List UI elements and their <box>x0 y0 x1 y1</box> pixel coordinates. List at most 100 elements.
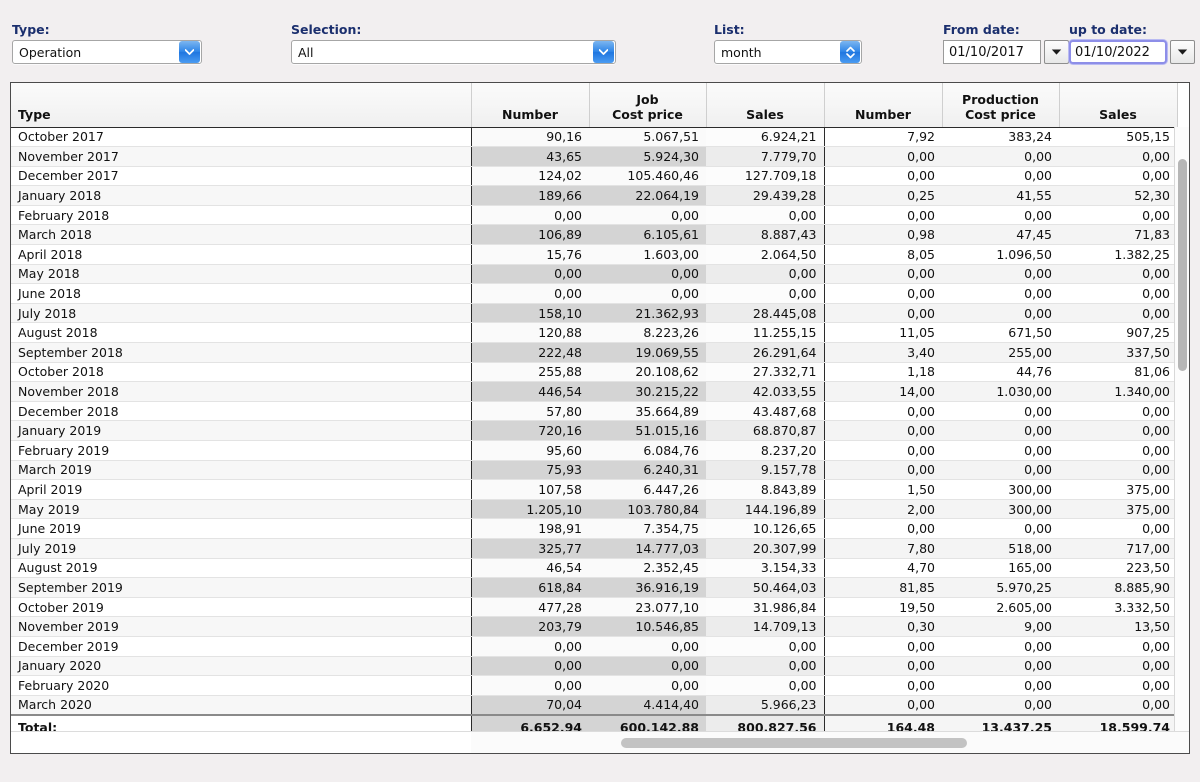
cell-value: 0,00 <box>824 303 942 323</box>
cell-value: 9.157,78 <box>706 460 824 480</box>
calendar-dropdown-icon[interactable] <box>1044 40 1069 64</box>
table-row[interactable]: February 20180,000,000,000,000,000,00 <box>11 205 1177 225</box>
column-header-production-number[interactable]: Number <box>824 83 942 127</box>
column-header-production-sales[interactable]: Sales <box>1059 83 1177 127</box>
from-date-control[interactable]: 01/10/2017 <box>943 40 1069 64</box>
table-row[interactable]: October 201790,165.067,516.924,217,92383… <box>11 127 1177 147</box>
up-down-stepper-icon[interactable] <box>840 41 860 63</box>
column-header-type[interactable]: Type <box>11 83 471 127</box>
column-header-job-sales-label: Sales <box>714 107 817 122</box>
report-grid-scroll-area[interactable]: Type Number Job Cost price Sales Number <box>11 83 1189 731</box>
table-row[interactable]: November 2018446,5430.215,2242.033,5514,… <box>11 382 1177 402</box>
type-select[interactable]: Operation <box>12 40 202 64</box>
filter-toolbar: Type: Operation Selection: All List: mon… <box>0 0 1200 78</box>
cell-value: 2,00 <box>824 499 942 519</box>
table-row[interactable]: December 2017124,02105.460,46127.709,180… <box>11 166 1177 186</box>
table-row[interactable]: March 2018106,896.105,618.887,430,9847,4… <box>11 225 1177 245</box>
from-date-input[interactable]: 01/10/2017 <box>943 40 1041 64</box>
cell-value: 46,54 <box>471 558 589 578</box>
table-total-row: Total:6.652,94600.142,88800.827,56164,48… <box>11 715 1177 731</box>
cell-value: 11.255,15 <box>706 323 824 343</box>
horizontal-scrollbar[interactable] <box>11 731 1189 753</box>
table-row[interactable]: July 2019325,7714.777,0320.307,997,80518… <box>11 538 1177 558</box>
cell-value: 8,05 <box>824 245 942 265</box>
cell-value: 52,30 <box>1059 186 1177 206</box>
table-row[interactable]: February 201995,606.084,768.237,200,000,… <box>11 441 1177 461</box>
cell-value: 0,00 <box>589 284 706 304</box>
up-to-date-input[interactable]: 01/10/2022 <box>1069 40 1167 64</box>
cell-value: 0,00 <box>942 460 1059 480</box>
table-row[interactable]: January 2018189,6622.064,1929.439,280,25… <box>11 186 1177 206</box>
up-to-date-control[interactable]: 01/10/2022 <box>1069 40 1195 64</box>
cell-value: 6.240,31 <box>589 460 706 480</box>
table-row[interactable]: September 2018222,4819.069,5526.291,643,… <box>11 343 1177 363</box>
table-row[interactable]: August 2018120,888.223,2611.255,1511,056… <box>11 323 1177 343</box>
table-row[interactable]: October 2018255,8820.108,6227.332,711,18… <box>11 362 1177 382</box>
table-row[interactable]: January 20200,000,000,000,000,000,00 <box>11 656 1177 676</box>
table-row[interactable]: April 2019107,586.447,268.843,891,50300,… <box>11 480 1177 500</box>
cell-value: 14,00 <box>824 382 942 402</box>
column-header-production-cost-price[interactable]: Production Cost price <box>942 83 1059 127</box>
table-row[interactable]: May 20180,000,000,000,000,000,00 <box>11 264 1177 284</box>
column-header-job-cost-price[interactable]: Job Cost price <box>589 83 706 127</box>
cell-value: 0,00 <box>1059 441 1177 461</box>
cell-value: 36.916,19 <box>589 578 706 598</box>
vertical-scrollbar[interactable] <box>1174 127 1189 731</box>
table-row[interactable]: March 202070,044.414,405.966,230,000,000… <box>11 695 1177 715</box>
cell-value: 189,66 <box>471 186 589 206</box>
cell-value: 0,00 <box>471 264 589 284</box>
table-row[interactable]: December 201857,8035.664,8943.487,680,00… <box>11 401 1177 421</box>
cell-value: 0,00 <box>471 676 589 696</box>
chevron-down-icon[interactable] <box>593 41 614 63</box>
table-row[interactable]: September 2019618,8436.916,1950.464,0381… <box>11 578 1177 598</box>
table-row[interactable]: February 20200,000,000,000,000,000,00 <box>11 676 1177 696</box>
table-row[interactable]: June 20180,000,000,000,000,000,00 <box>11 284 1177 304</box>
cell-value: 0,00 <box>589 656 706 676</box>
table-row[interactable]: November 2019203,7910.546,8514.709,130,3… <box>11 617 1177 637</box>
table-row[interactable]: June 2019198,917.354,7510.126,650,000,00… <box>11 519 1177 539</box>
cell-type: September 2019 <box>11 578 471 598</box>
cell-value: 0,00 <box>706 636 824 656</box>
calendar-dropdown-icon[interactable] <box>1170 40 1195 64</box>
vertical-scrollbar-thumb[interactable] <box>1178 159 1187 371</box>
table-row[interactable]: October 2019477,2823.077,1031.986,8419,5… <box>11 597 1177 617</box>
column-header-job-sales[interactable]: Sales <box>706 83 824 127</box>
up-to-date-field-group: up to date: 01/10/2022 <box>1069 22 1195 64</box>
cell-value: 0,00 <box>706 284 824 304</box>
table-row[interactable]: August 201946,542.352,453.154,334,70165,… <box>11 558 1177 578</box>
table-row[interactable]: November 201743,655.924,307.779,700,000,… <box>11 147 1177 167</box>
table-row[interactable]: December 20190,000,000,000,000,000,00 <box>11 636 1177 656</box>
cell-value: 0,00 <box>824 205 942 225</box>
table-row[interactable]: January 2019720,1651.015,1668.870,870,00… <box>11 421 1177 441</box>
cell-value: 325,77 <box>471 538 589 558</box>
cell-value: 0,00 <box>942 205 1059 225</box>
cell-value: 42.033,55 <box>706 382 824 402</box>
column-header-job-number[interactable]: Number <box>471 83 589 127</box>
cell-value: 13,50 <box>1059 617 1177 637</box>
selection-select[interactable]: All <box>291 40 616 64</box>
total-value: 13.437,25 <box>942 715 1059 731</box>
table-row[interactable]: March 201975,936.240,319.157,780,000,000… <box>11 460 1177 480</box>
cell-value: 0,00 <box>942 147 1059 167</box>
cell-type: October 2019 <box>11 597 471 617</box>
cell-value: 6.105,61 <box>589 225 706 245</box>
cell-value: 0,00 <box>1059 656 1177 676</box>
cell-value: 10.546,85 <box>589 617 706 637</box>
cell-value: 7,92 <box>824 127 942 147</box>
cell-value: 8.887,43 <box>706 225 824 245</box>
cell-value: 3.332,50 <box>1059 597 1177 617</box>
cell-value: 0,00 <box>942 264 1059 284</box>
horizontal-scrollbar-left-filler <box>11 732 471 754</box>
list-select[interactable]: month <box>714 40 862 64</box>
table-row[interactable]: July 2018158,1021.362,9328.445,080,000,0… <box>11 303 1177 323</box>
cell-value: 0,00 <box>824 147 942 167</box>
table-row[interactable]: April 201815,761.603,002.064,508,051.096… <box>11 245 1177 265</box>
chevron-down-icon[interactable] <box>179 41 200 63</box>
horizontal-scrollbar-thumb[interactable] <box>621 738 967 748</box>
cell-value: 23.077,10 <box>589 597 706 617</box>
selection-select-value: All <box>292 45 593 60</box>
cell-type: July 2019 <box>11 538 471 558</box>
table-row[interactable]: May 20191.205,10103.780,84144.196,892,00… <box>11 499 1177 519</box>
cell-value: 203,79 <box>471 617 589 637</box>
cell-value: 0,00 <box>824 284 942 304</box>
